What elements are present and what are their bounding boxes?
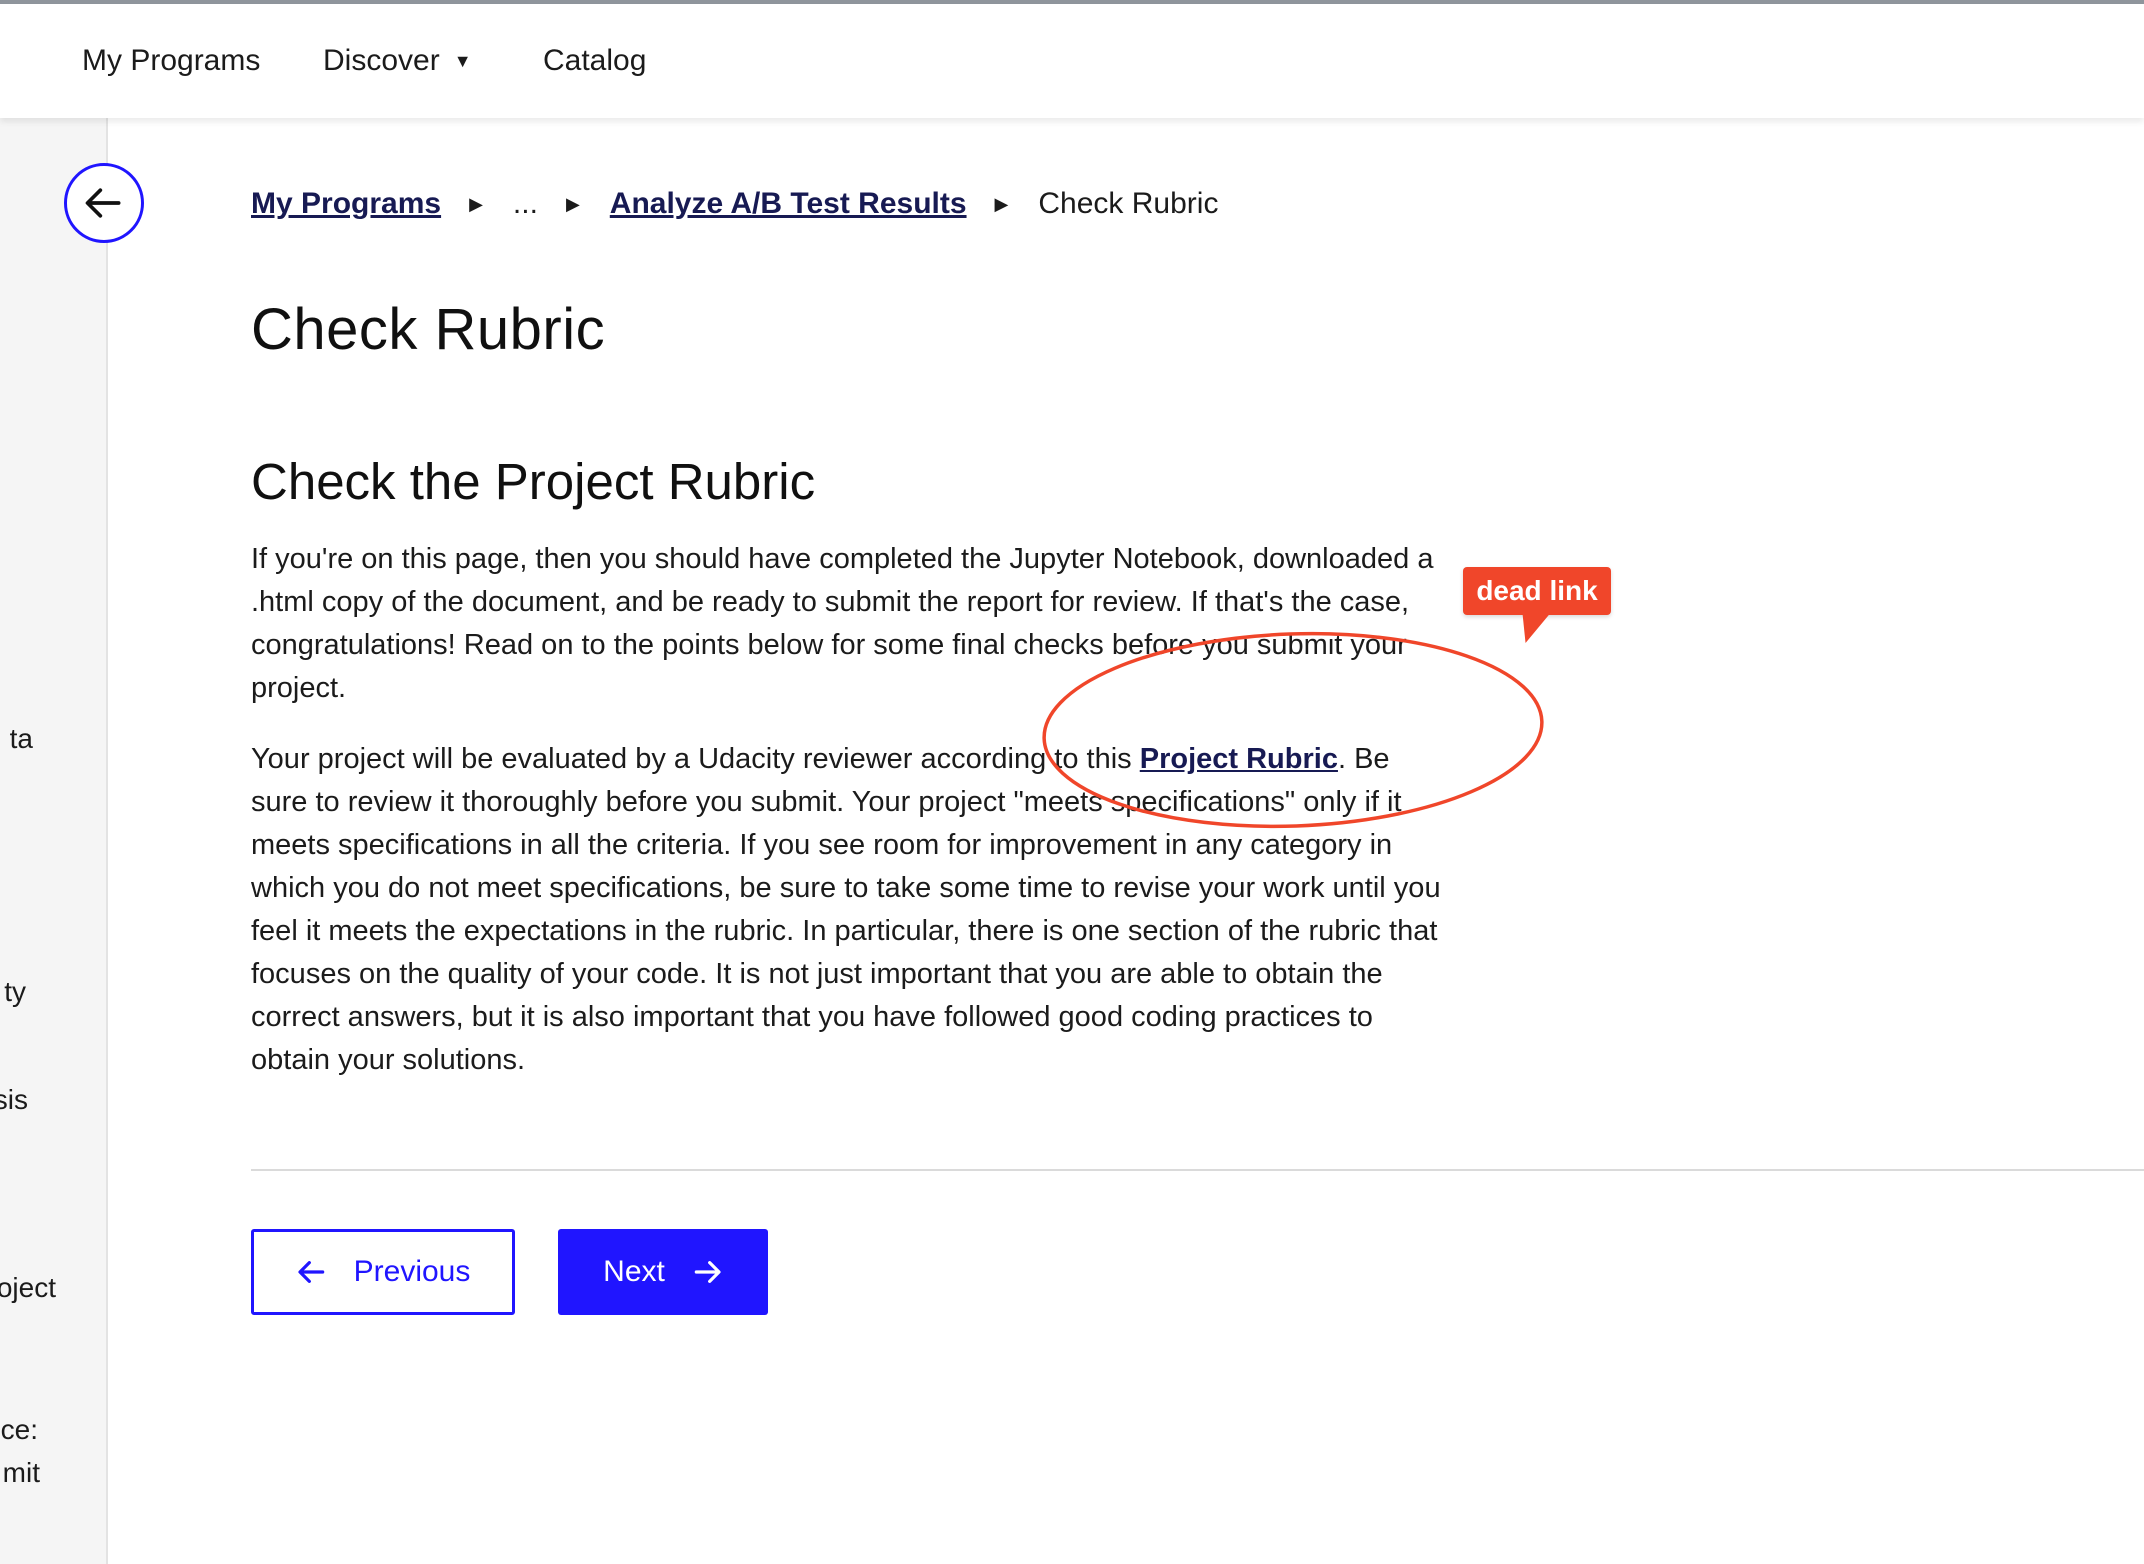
- nav-catalog[interactable]: Catalog: [543, 44, 646, 78]
- project-rubric-link[interactable]: Project Rubric: [1140, 743, 1338, 775]
- arrow-left-icon: [85, 188, 121, 218]
- lesson-sidebar[interactable]: ta ty sis oject ce: mit: [0, 118, 108, 1564]
- breadcrumb-ellipsis[interactable]: ...: [513, 187, 538, 221]
- breadcrumb-analyze-ab-test-results[interactable]: Analyze A/B Test Results: [610, 187, 967, 221]
- previous-button[interactable]: Previous: [251, 1229, 515, 1315]
- sidebar-item[interactable]: ta: [10, 723, 33, 755]
- breadcrumb-my-programs[interactable]: My Programs: [251, 187, 441, 221]
- previous-button-label: Previous: [353, 1255, 471, 1288]
- sidebar-item: mit: [2, 1457, 40, 1488]
- back-button[interactable]: [64, 163, 144, 243]
- intro-paragraph: If you're on this page, then you should …: [251, 543, 1434, 704]
- sidebar-item[interactable]: oject: [0, 1272, 56, 1304]
- next-button-label: Next: [603, 1255, 665, 1288]
- breadcrumb-separator-icon: ▶: [994, 193, 1009, 214]
- nav-my-programs[interactable]: My Programs: [82, 44, 260, 78]
- breadcrumb-separator-icon: ▶: [565, 193, 580, 214]
- caret-down-icon: ▼: [453, 51, 472, 71]
- nav-discover[interactable]: Discover ▼: [323, 44, 472, 78]
- dead-link-annotation: dead link: [1463, 567, 1611, 615]
- content-divider: [251, 1169, 2144, 1171]
- sidebar-item[interactable]: ce:: [1, 1414, 38, 1446]
- rubric-paragraph: Your project will be evaluated by a Udac…: [251, 738, 1451, 1082]
- rubric-paragraph-text: . Be sure to review it thoroughly before…: [251, 743, 1441, 1076]
- breadcrumb-current: Check Rubric: [1038, 187, 1219, 220]
- arrow-left-icon: [298, 1261, 324, 1283]
- breadcrumb-separator-icon: ▶: [469, 193, 483, 214]
- section-title: Check the Project Rubric: [251, 453, 816, 510]
- arrow-right-icon: [694, 1261, 721, 1283]
- sidebar-item[interactable]: ty: [4, 976, 26, 1008]
- sidebar-item[interactable]: sis: [0, 1084, 28, 1116]
- annotation-pointer: [1511, 613, 1551, 643]
- top-navigation: My Programs Discover ▼ Catalog: [0, 4, 2144, 118]
- next-button[interactable]: Next: [558, 1229, 768, 1315]
- page-title: Check Rubric: [251, 297, 606, 362]
- breadcrumb: My Programs ▶ ... ▶ Analyze A/B Test Res…: [251, 187, 1218, 221]
- rubric-paragraph-text: Your project will be evaluated by a Udac…: [251, 743, 1140, 775]
- nav-discover-label: Discover: [323, 44, 440, 77]
